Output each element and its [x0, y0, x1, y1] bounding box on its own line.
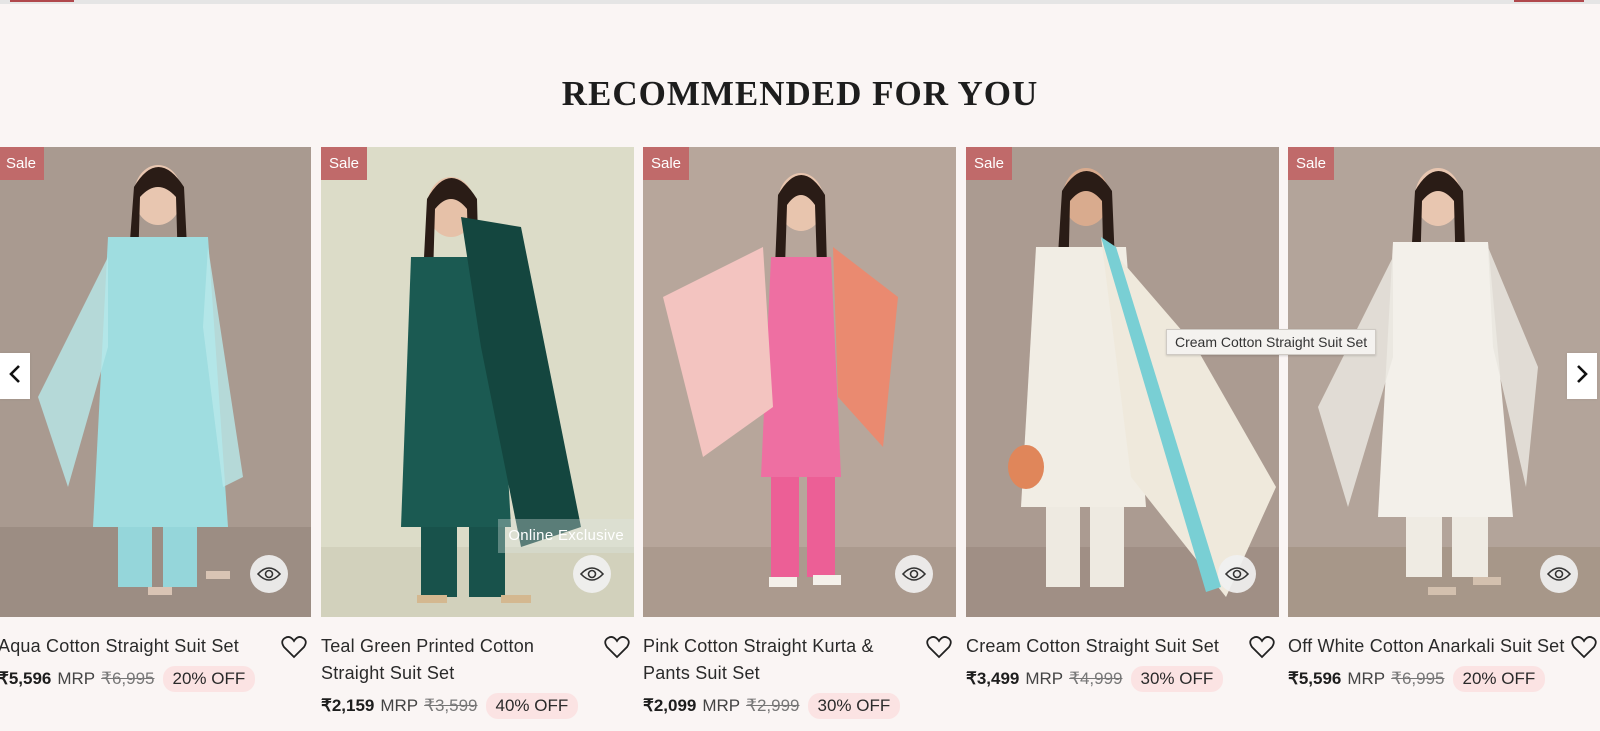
- mrp-label: MRP: [1347, 669, 1386, 688]
- price-row: ₹3,499 MRP ₹4,999 30% OFF: [966, 666, 1279, 692]
- product-image[interactable]: Sale: [1288, 147, 1600, 617]
- discount-badge: 40% OFF: [485, 693, 579, 719]
- product-name[interactable]: Cream Cotton Straight Suit Set: [966, 633, 1279, 660]
- product-card[interactable]: Sale Aqua Cotton Straight Suit Set ₹5,59…: [0, 147, 311, 731]
- sale-badge: Sale: [0, 147, 45, 180]
- sale-price: ₹3,499: [966, 669, 1020, 688]
- eye-icon: [1225, 566, 1249, 582]
- product-carousel: Sale Aqua Cotton Straight Suit Set ₹5,59…: [0, 147, 1600, 731]
- product-image[interactable]: Sale: [966, 147, 1279, 617]
- heart-icon[interactable]: [1571, 635, 1597, 664]
- product-image[interactable]: Sale: [643, 147, 956, 617]
- discount-badge: 30% OFF: [1130, 666, 1224, 692]
- quick-view-button[interactable]: [1218, 555, 1256, 593]
- heart-icon[interactable]: [281, 635, 307, 664]
- original-price: ₹4,999: [1069, 669, 1123, 688]
- chevron-right-icon: [1575, 364, 1589, 389]
- eye-icon: [257, 566, 281, 582]
- heart-icon[interactable]: [1249, 635, 1275, 664]
- original-price: ₹6,995: [101, 669, 155, 688]
- quick-view-button[interactable]: [895, 555, 933, 593]
- sale-price: ₹2,099: [643, 696, 697, 715]
- online-exclusive-badge: Online Exclusive: [498, 519, 634, 553]
- discount-badge: 30% OFF: [807, 693, 901, 719]
- price-row: ₹5,596 MRP ₹6,995 20% OFF: [0, 666, 311, 692]
- sale-price: ₹5,596: [0, 669, 52, 688]
- price-row: ₹2,099 MRP ₹2,999 30% OFF: [643, 693, 956, 719]
- quick-view-button[interactable]: [250, 555, 288, 593]
- discount-badge: 20% OFF: [1452, 666, 1546, 692]
- mrp-label: MRP: [1025, 669, 1064, 688]
- section-title: RECOMMENDED FOR YOU: [561, 74, 1039, 113]
- eye-icon: [1547, 566, 1571, 582]
- original-price: ₹3,599: [424, 696, 478, 715]
- top-divider: [0, 0, 1600, 4]
- chevron-left-icon: [8, 364, 22, 389]
- sale-badge: Sale: [321, 147, 368, 180]
- sale-badge: Sale: [966, 147, 1013, 180]
- sale-price: ₹5,596: [1288, 669, 1342, 688]
- original-price: ₹6,995: [1391, 669, 1445, 688]
- heart-icon[interactable]: [926, 635, 952, 664]
- sale-badge: Sale: [643, 147, 690, 180]
- product-card[interactable]: Sale Online Exclusive Teal Green Printed…: [321, 147, 634, 731]
- carousel-prev-button[interactable]: [0, 353, 30, 399]
- mrp-label: MRP: [57, 669, 96, 688]
- heart-icon[interactable]: [604, 635, 630, 664]
- product-name[interactable]: Teal Green Printed Cotton Straight Suit …: [321, 633, 634, 687]
- sale-price: ₹2,159: [321, 696, 375, 715]
- mrp-label: MRP: [380, 696, 419, 715]
- discount-badge: 20% OFF: [162, 666, 256, 692]
- accent-mark-left: [10, 0, 74, 2]
- carousel-next-button[interactable]: [1567, 353, 1597, 399]
- mrp-label: MRP: [702, 696, 741, 715]
- price-row: ₹5,596 MRP ₹6,995 20% OFF: [1288, 666, 1600, 692]
- product-name[interactable]: Off White Cotton Anarkali Suit Set: [1288, 633, 1600, 660]
- product-card[interactable]: Sale Cream Cotton Straight Suit Set ₹3,4…: [966, 147, 1279, 731]
- product-image[interactable]: Sale: [0, 147, 311, 617]
- eye-icon: [580, 566, 604, 582]
- sale-badge: Sale: [1288, 147, 1335, 180]
- quick-view-button[interactable]: [573, 555, 611, 593]
- product-name[interactable]: Aqua Cotton Straight Suit Set: [0, 633, 311, 660]
- original-price: ₹2,999: [746, 696, 800, 715]
- accent-mark-right: [1514, 0, 1584, 2]
- product-name[interactable]: Pink Cotton Straight Kurta & Pants Suit …: [643, 633, 956, 687]
- eye-icon: [902, 566, 926, 582]
- product-card[interactable]: Sale Off White Cotton Anarkali Suit Set …: [1288, 147, 1600, 731]
- product-image[interactable]: Sale Online Exclusive: [321, 147, 634, 617]
- quick-view-button[interactable]: [1540, 555, 1578, 593]
- product-card[interactable]: Sale Pink Cotton Straight Kurta & Pants …: [643, 147, 956, 731]
- product-name-tooltip: Cream Cotton Straight Suit Set: [1166, 329, 1377, 355]
- price-row: ₹2,159 MRP ₹3,599 40% OFF: [321, 693, 634, 719]
